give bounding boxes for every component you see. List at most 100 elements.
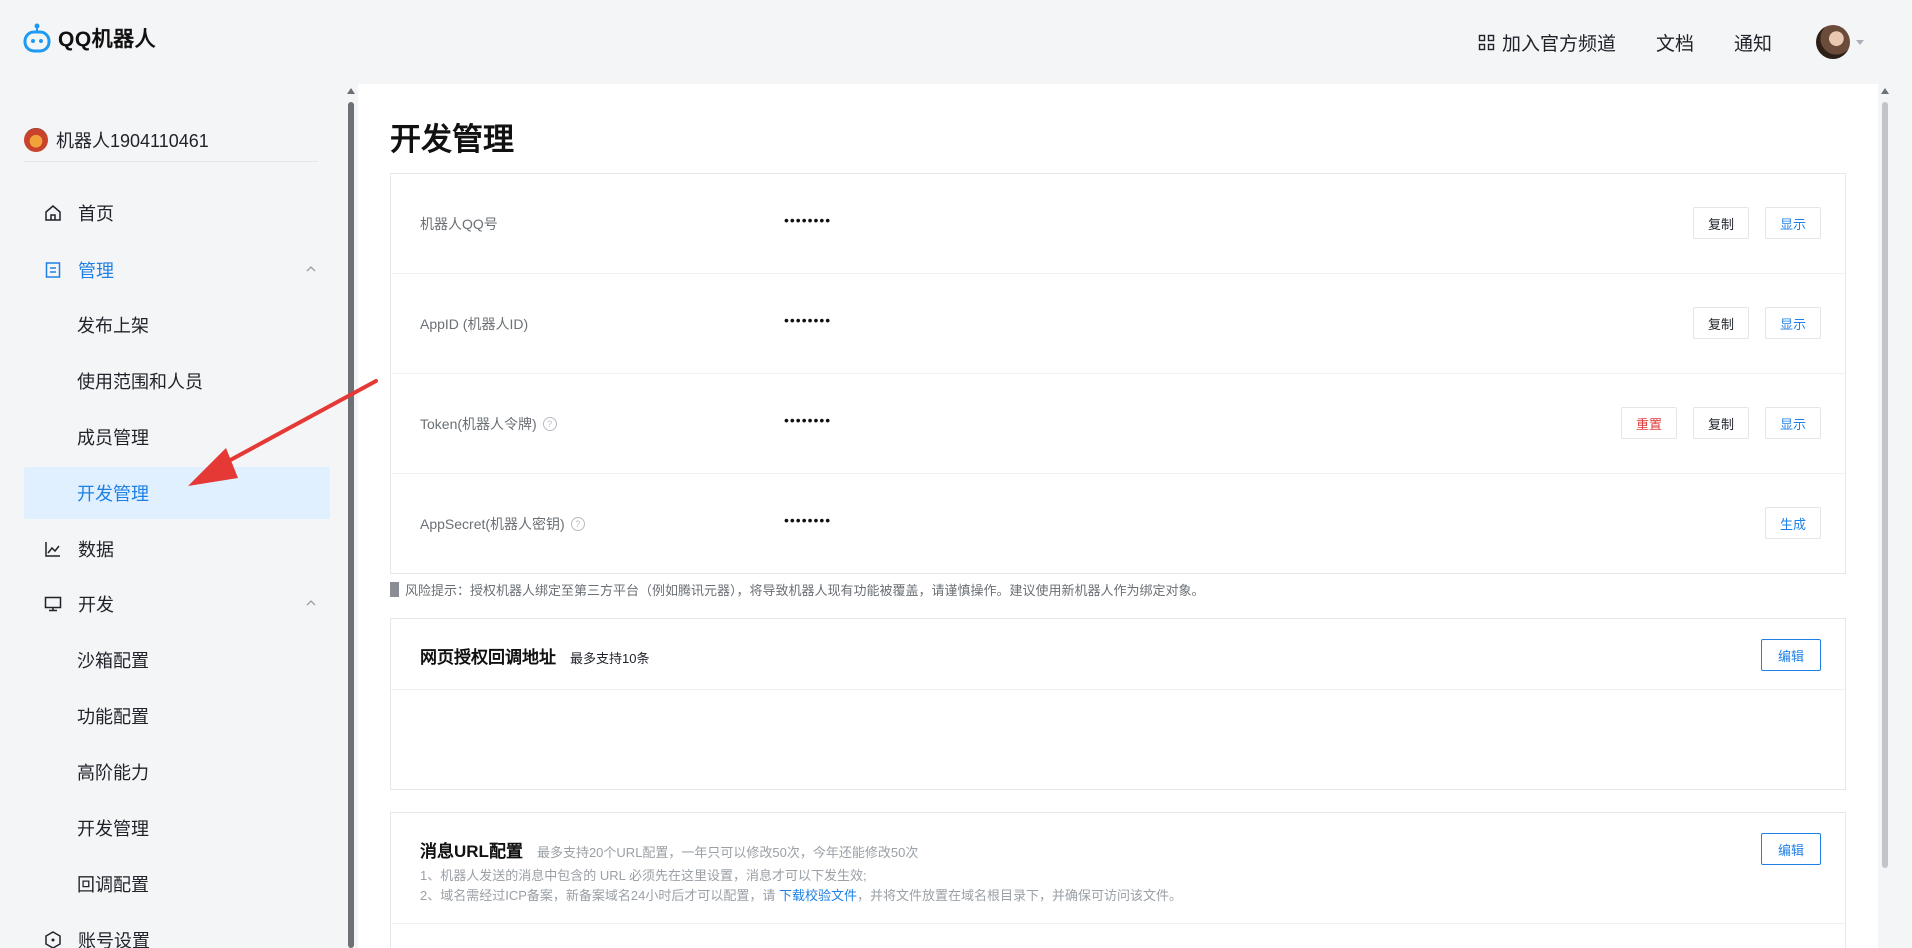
sidebar-item-label: 成员管理 [77,428,149,448]
sidebar-item-label: 开发管理 [77,484,149,504]
page-title: 开发管理 [390,122,514,157]
sidebar-item-callback[interactable]: 回调配置 [24,858,330,910]
shield-icon [42,929,64,948]
credentials-card: 机器人QQ号 •••••••• 复制 显示 AppID (机器人ID) ••••… [390,173,1846,574]
sidebar-item-label: 管理 [78,261,114,281]
join-channel-link[interactable]: 加入官方频道 [1478,29,1616,56]
sidebar-item-label: 使用范围和人员 [77,372,203,392]
copy-button[interactable]: 复制 [1692,307,1749,339]
credential-label: AppID (机器人ID) [420,316,529,332]
sidebar-item-label: 沙箱配置 [77,651,149,671]
sidebar-item-home[interactable]: 首页 [24,187,330,239]
main-scrollbar[interactable] [1880,84,1890,948]
divider [391,689,1845,690]
sidebar-item-sandbox[interactable]: 沙箱配置 [24,634,330,686]
sidebar-item-dev-manage-2[interactable]: 开发管理 [24,802,330,854]
copy-button[interactable]: 复制 [1692,407,1749,439]
web-callback-card: 网页授权回调地址 最多支持10条 编辑 [390,618,1846,790]
reset-button[interactable]: 重置 [1620,407,1677,439]
sidebar-item-label: 回调配置 [77,875,149,895]
logo-text: QQ机器人 [58,28,157,51]
card-title: 消息URL配置 [420,842,523,861]
note-line: 2、域名需经过ICP备案，新备案域名24小时后才可以配置，请 下载校验文件，并将… [420,888,1183,903]
sidebar-item-members[interactable]: 成员管理 [24,411,330,463]
robot-logo-icon [23,23,51,53]
scrollbar-thumb[interactable] [348,102,354,948]
card-subtitle: 最多支持10条 [570,651,650,666]
docs-link[interactable]: 文档 [1656,29,1694,56]
warning-bar-icon [390,582,399,597]
line-chart-icon [42,538,64,560]
monitor-icon [42,593,64,615]
logo[interactable]: QQ机器人 [22,22,156,54]
sidebar-item-scope[interactable]: 使用范围和人员 [24,355,330,407]
top-bar: QQ机器人 加入官方频道 文档 通知 [0,0,1912,84]
user-avatar[interactable] [1816,25,1850,59]
credential-row-qq: 机器人QQ号 •••••••• 复制 显示 [391,174,1845,274]
bot-selector[interactable]: 机器人1904110461 [24,126,318,162]
show-button[interactable]: 显示 [1764,407,1821,439]
credential-value: •••••••• [784,412,832,428]
sidebar-item-label: 发布上架 [77,316,149,336]
notifications-link[interactable]: 通知 [1734,29,1772,56]
help-icon[interactable]: ? [542,417,557,431]
sidebar-item-label: 首页 [78,204,114,224]
credential-label: Token(机器人令牌)? [420,414,557,434]
sidebar-item-features[interactable]: 功能配置 [24,690,330,742]
message-url-card: 消息URL配置 最多支持20个URL配置，一年只可以修改50次，今年还能修改50… [390,812,1846,948]
card-header: 网页授权回调地址 最多支持10条 [420,643,649,668]
sidebar: 机器人1904110461 首页 管理 发布上架 使用范围和人员 成员管理 开发… [0,84,340,948]
card-header: 消息URL配置 最多支持20个URL配置，一年只可以修改50次，今年还能修改50… [420,837,918,862]
chevron-down-icon[interactable] [1856,39,1864,45]
sidebar-item-dev-manage[interactable]: 开发管理 [24,467,330,519]
risk-tip-text: 风险提示：授权机器人绑定至第三方平台（例如腾讯元器），将导致机器人现有功能被覆盖… [405,583,1205,598]
risk-tip: 风险提示：授权机器人绑定至第三方平台（例如腾讯元器），将导致机器人现有功能被覆盖… [390,580,1205,599]
show-button[interactable]: 显示 [1764,307,1821,339]
chevron-up-icon [306,266,316,272]
credential-label: AppSecret(机器人密钥)? [420,514,585,534]
sidebar-item-account[interactable]: 账号设置 [24,914,330,948]
credential-row-token: Token(机器人令牌)? •••••••• 重置 复制 显示 [391,374,1845,474]
sidebar-item-data[interactable]: 数据 [24,523,330,575]
credential-label: 机器人QQ号 [420,216,498,232]
card-subtitle: 最多支持20个URL配置，一年只可以修改50次，今年还能修改50次 [536,845,919,860]
generate-button[interactable]: 生成 [1764,507,1821,539]
copy-button[interactable]: 复制 [1692,207,1749,239]
sidebar-item-advanced[interactable]: 高阶能力 [24,746,330,798]
scroll-up-arrow-icon[interactable] [347,88,355,94]
credential-value: •••••••• [784,212,832,228]
credential-row-appsecret: AppSecret(机器人密钥)? •••••••• 生成 [391,474,1845,574]
sidebar-item-label: 功能配置 [77,707,149,727]
note-line: 1、机器人发送的消息中包含的 URL 必须先在这里设置，消息才可以下发生效; [420,868,867,883]
sidebar-item-label: 开发管理 [77,819,149,839]
scroll-up-arrow-icon[interactable] [1881,88,1889,94]
bot-name: 机器人1904110461 [56,130,209,151]
sidebar-item-label: 账号设置 [78,931,150,948]
top-nav: 加入官方频道 文档 通知 [1478,24,1864,60]
sidebar-item-develop[interactable]: 开发 [24,578,330,630]
bot-avatar [24,127,48,152]
sidebar-item-manage[interactable]: 管理 [24,244,330,296]
main-content: 开发管理 机器人QQ号 •••••••• 复制 显示 AppID (机器人ID)… [358,84,1878,948]
show-button[interactable]: 显示 [1764,207,1821,239]
scrollbar-thumb[interactable] [1882,102,1888,868]
edit-button[interactable]: 编辑 [1761,833,1821,865]
home-icon [42,202,64,224]
credential-row-appid: AppID (机器人ID) •••••••• 复制 显示 [391,274,1845,374]
help-icon[interactable]: ? [570,517,585,531]
sidebar-item-label: 开发 [78,595,114,615]
card-title: 网页授权回调地址 [420,648,556,667]
chevron-up-icon [306,600,316,606]
document-icon [42,259,64,281]
credential-value: •••••••• [784,312,832,328]
divider [391,923,1845,924]
sidebar-item-label: 数据 [78,540,114,560]
grid-icon [1478,34,1495,50]
sidebar-item-label: 高阶能力 [77,763,149,783]
credential-value: •••••••• [784,512,832,528]
edit-button[interactable]: 编辑 [1761,639,1821,671]
join-channel-label: 加入官方频道 [1501,33,1616,55]
sidebar-scrollbar[interactable] [346,84,356,948]
sidebar-item-publish[interactable]: 发布上架 [24,299,330,351]
download-verification-file-link[interactable]: 下载校验文件 [779,888,857,903]
